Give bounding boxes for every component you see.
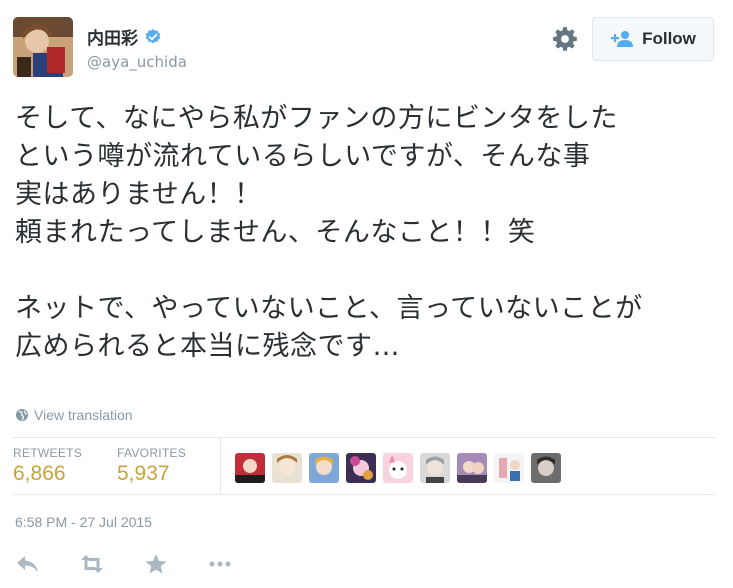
- retweets-label: RETWEETS: [13, 446, 83, 460]
- verified-badge-icon: [145, 28, 161, 43]
- follow-label: Follow: [642, 29, 696, 48]
- add-user-icon: [611, 31, 634, 47]
- favorites-count: 5,937: [117, 462, 170, 485]
- favoriter-avatar[interactable]: [235, 453, 265, 483]
- reply-icon[interactable]: [15, 553, 41, 575]
- avatar[interactable]: [13, 17, 73, 77]
- favoriter-avatar[interactable]: [272, 453, 302, 483]
- stats-divider: [220, 438, 221, 494]
- favorites-label: FAVORITES: [117, 446, 187, 460]
- favoriter-avatar[interactable]: [383, 453, 413, 483]
- favoriter-avatar[interactable]: [309, 453, 339, 483]
- gear-icon[interactable]: [552, 26, 578, 52]
- favoriter-avatar[interactable]: [457, 453, 487, 483]
- tweet-actions: [15, 553, 233, 575]
- tweet-text: そして、なにやら私がファンの方にビンタをした という噂が流れているらしいですが、…: [15, 103, 643, 362]
- retweets-count: 6,866: [13, 462, 66, 485]
- user-handle[interactable]: @aya_uchida: [87, 53, 187, 71]
- more-dots-icon[interactable]: [207, 553, 233, 575]
- view-translation-link[interactable]: View translation: [15, 407, 133, 423]
- view-translation-label: View translation: [34, 407, 133, 423]
- favoriter-avatar[interactable]: [531, 453, 561, 483]
- star-icon[interactable]: [143, 553, 169, 575]
- tweet-stats: RETWEETS 6,866 FAVORITES 5,937: [13, 437, 715, 495]
- favoriter-avatar[interactable]: [420, 453, 450, 483]
- retweet-icon[interactable]: [79, 553, 105, 575]
- globe-icon: [16, 409, 28, 421]
- favoriter-avatar[interactable]: [346, 453, 376, 483]
- favoriter-avatars: [235, 453, 561, 483]
- retweets-stat[interactable]: RETWEETS 6,866: [13, 446, 82, 486]
- display-name[interactable]: 内田彩: [87, 24, 138, 49]
- follow-button[interactable]: Follow: [592, 17, 714, 61]
- favorites-stat[interactable]: FAVORITES 5,937: [117, 446, 186, 486]
- favoriter-avatar[interactable]: [494, 453, 524, 483]
- tweet-timestamp[interactable]: 6:58 PM - 27 Jul 2015: [15, 514, 152, 530]
